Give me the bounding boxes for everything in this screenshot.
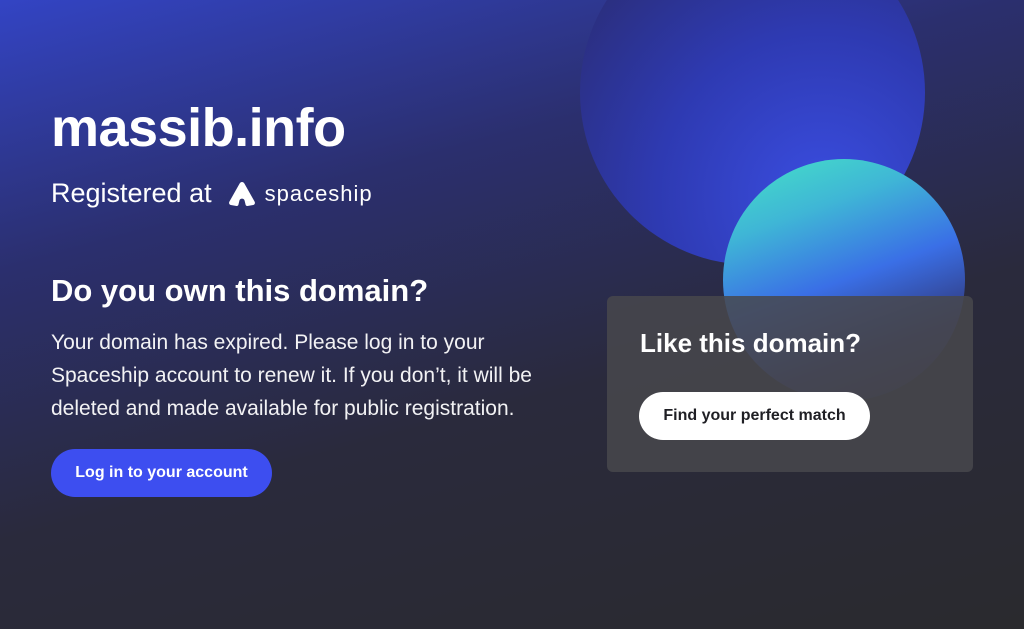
- login-button[interactable]: Log in to your account: [51, 449, 272, 497]
- expiry-description: Your domain has expired. Please log in t…: [51, 331, 532, 420]
- registered-at-label: Registered at: [51, 178, 212, 208]
- spaceship-wordmark: spaceship: [264, 180, 373, 206]
- spaceship-brand: spaceship: [228, 181, 373, 207]
- promo-card-heading: Like this domain?: [640, 328, 862, 358]
- registrar-line: Registered at spaceship: [51, 178, 373, 209]
- find-match-button[interactable]: Find your perfect match: [639, 392, 870, 440]
- domain-name-title: massib.info: [51, 98, 346, 158]
- promo-card: Like this domain? Find your perfect matc…: [607, 296, 973, 472]
- decorative-orb-large: [580, 0, 925, 265]
- ownership-question-heading: Do you own this domain?: [51, 273, 429, 308]
- spaceship-logo-icon: [228, 181, 255, 206]
